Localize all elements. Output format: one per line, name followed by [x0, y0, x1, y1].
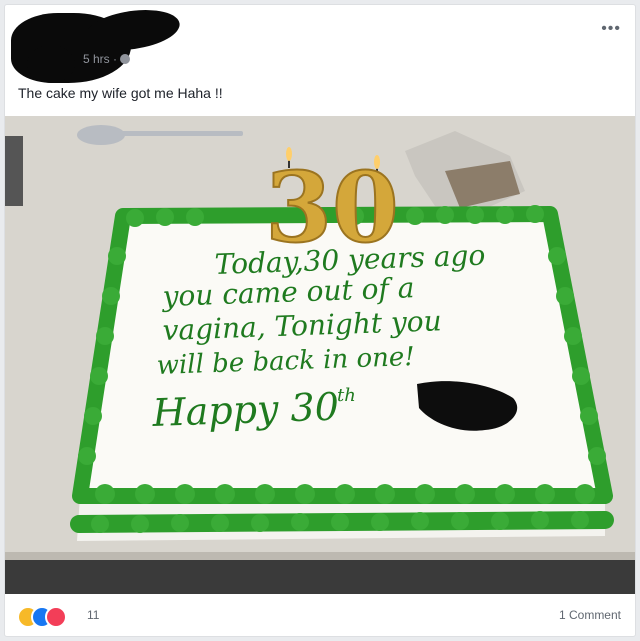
audience-globe-icon[interactable] [120, 54, 131, 64]
counter-lip [5, 552, 635, 560]
redacted-overlap [27, 45, 75, 83]
timestamp-text: 5 hrs · [83, 52, 118, 66]
counter-edge [5, 556, 635, 594]
post-caption: The cake my wife got me Haha !! [18, 85, 223, 101]
post-options-button[interactable]: ••• [601, 20, 621, 38]
cake-line-5: Happy 30 [151, 385, 340, 436]
appliance-edge [5, 136, 23, 206]
facebook-post: 5 hrs · ••• The cake my wife got me Haha… [4, 4, 636, 637]
comment-count-link[interactable]: 1 Comment [559, 608, 621, 622]
post-footer: 11 1 Comment [5, 595, 635, 636]
cake-line-5-sup: th [337, 385, 356, 406]
post-timestamp[interactable]: 5 hrs · [83, 52, 131, 66]
post-header: 5 hrs · ••• The cake my wife got me Haha… [5, 5, 635, 115]
love-reaction-icon [45, 606, 67, 628]
reaction-count[interactable]: 11 [87, 608, 99, 622]
post-photo[interactable]: 30 Today,30 years ago you came out of a … [5, 116, 636, 594]
